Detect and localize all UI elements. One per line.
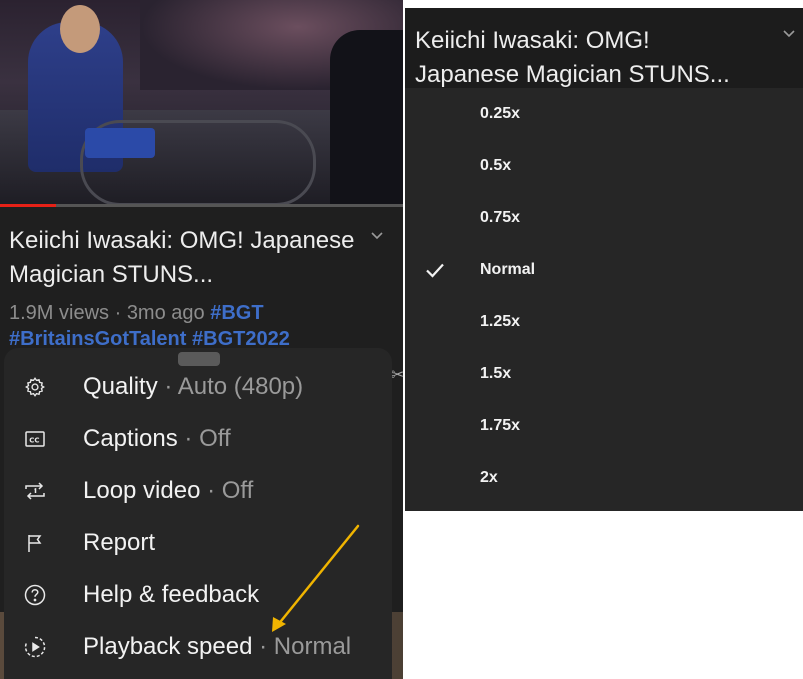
loop-value: Off: [221, 477, 254, 504]
menu-item-playback-speed[interactable]: Playback speed · Normal: [4, 621, 392, 673]
speed-option[interactable]: 2x: [405, 452, 803, 504]
speed-option[interactable]: 0.5x: [405, 140, 803, 192]
gear-icon: [22, 374, 48, 400]
menu-item-label: Help & feedback: [83, 581, 260, 608]
menu-item-label: Playback speed · Normal: [83, 633, 352, 660]
menu-item-captions[interactable]: CC Captions · Off: [4, 413, 392, 465]
menu-item-label: Loop video · Off: [83, 477, 254, 504]
menu-item-label: Quality · Auto (480p): [83, 373, 304, 400]
video-player[interactable]: [0, 0, 403, 205]
captions-icon: CC: [22, 426, 48, 452]
speed-option-label: 2x: [480, 469, 498, 486]
video-title: Keiichi Iwasaki: OMG! Japanese Magician …: [415, 27, 730, 88]
speed-option-label: 0.75x: [480, 209, 521, 226]
menu-item-report[interactable]: Report: [4, 517, 392, 569]
progress-bar-fill: [0, 204, 57, 207]
checkmark-icon: [423, 258, 447, 282]
speed-option[interactable]: 0.25x: [405, 88, 803, 140]
menu-item-label: Captions · Off: [83, 425, 231, 452]
svg-text:CC: CC: [29, 437, 39, 445]
playback-speed-value: Normal: [273, 633, 352, 660]
video-metadata: 1.9M views · 3mo ago #BGT #BritainsGotTa…: [9, 300, 369, 352]
right-screen: Keiichi Iwasaki: OMG! Japanese Magician …: [405, 8, 803, 511]
video-performer-head: [60, 5, 100, 53]
hashtag-link[interactable]: #BGT2022: [192, 328, 290, 350]
hashtag-link[interactable]: #BritainsGotTalent: [9, 328, 186, 350]
help-icon: [22, 582, 48, 608]
progress-bar-track[interactable]: [0, 204, 403, 207]
hashtag-link[interactable]: #BGT: [210, 302, 263, 324]
upload-age: 3mo ago: [126, 302, 205, 324]
meta-separator: ·: [109, 302, 127, 324]
more-options-sheet: Quality · Auto (480p) CC Captions · Off …: [4, 348, 392, 679]
playback-speed-menu: 0.25x 0.5x 0.75x Normal 1.25x 1.5x 1.75x…: [405, 88, 803, 511]
menu-item-label: Report: [83, 529, 156, 556]
playback-speed-icon: [22, 634, 48, 660]
video-title: Keiichi Iwasaki: OMG! Japanese Magician …: [9, 227, 355, 288]
loop-icon: [22, 478, 48, 504]
video-judge-silhouette: [330, 30, 403, 205]
speed-option[interactable]: 1.75x: [405, 400, 803, 452]
menu-item-quality[interactable]: Quality · Auto (480p): [4, 361, 392, 413]
speed-option[interactable]: 1.5x: [405, 348, 803, 400]
left-screen: Keiichi Iwasaki: OMG! Japanese Magician …: [0, 0, 403, 679]
chevron-down-icon[interactable]: [370, 228, 384, 244]
flag-icon: [22, 530, 48, 556]
menu-item-loop-video[interactable]: Loop video · Off: [4, 465, 392, 517]
speed-option-label: Normal: [480, 261, 536, 278]
video-bicycle-basket: [85, 128, 155, 158]
speed-option-label: 1.25x: [480, 313, 521, 330]
speed-option[interactable]: 1.25x: [405, 296, 803, 348]
quality-value: Auto (480p): [177, 373, 304, 400]
speed-option-label: 1.5x: [480, 365, 512, 382]
speed-option-label: 0.5x: [480, 157, 512, 174]
speed-option[interactable]: 0.75x: [405, 192, 803, 244]
video-title-header: Keiichi Iwasaki: OMG! Japanese Magician …: [405, 8, 803, 88]
speed-option-label: 1.75x: [480, 417, 521, 434]
view-count: 1.9M views: [9, 302, 110, 324]
captions-value: Off: [199, 425, 231, 452]
speed-option-selected[interactable]: Normal: [405, 244, 803, 296]
chevron-down-icon[interactable]: [782, 26, 796, 42]
menu-item-help-feedback[interactable]: Help & feedback: [4, 569, 392, 621]
partially-hidden-icon: ✂: [391, 367, 403, 384]
speed-option-label: 0.25x: [480, 105, 521, 122]
